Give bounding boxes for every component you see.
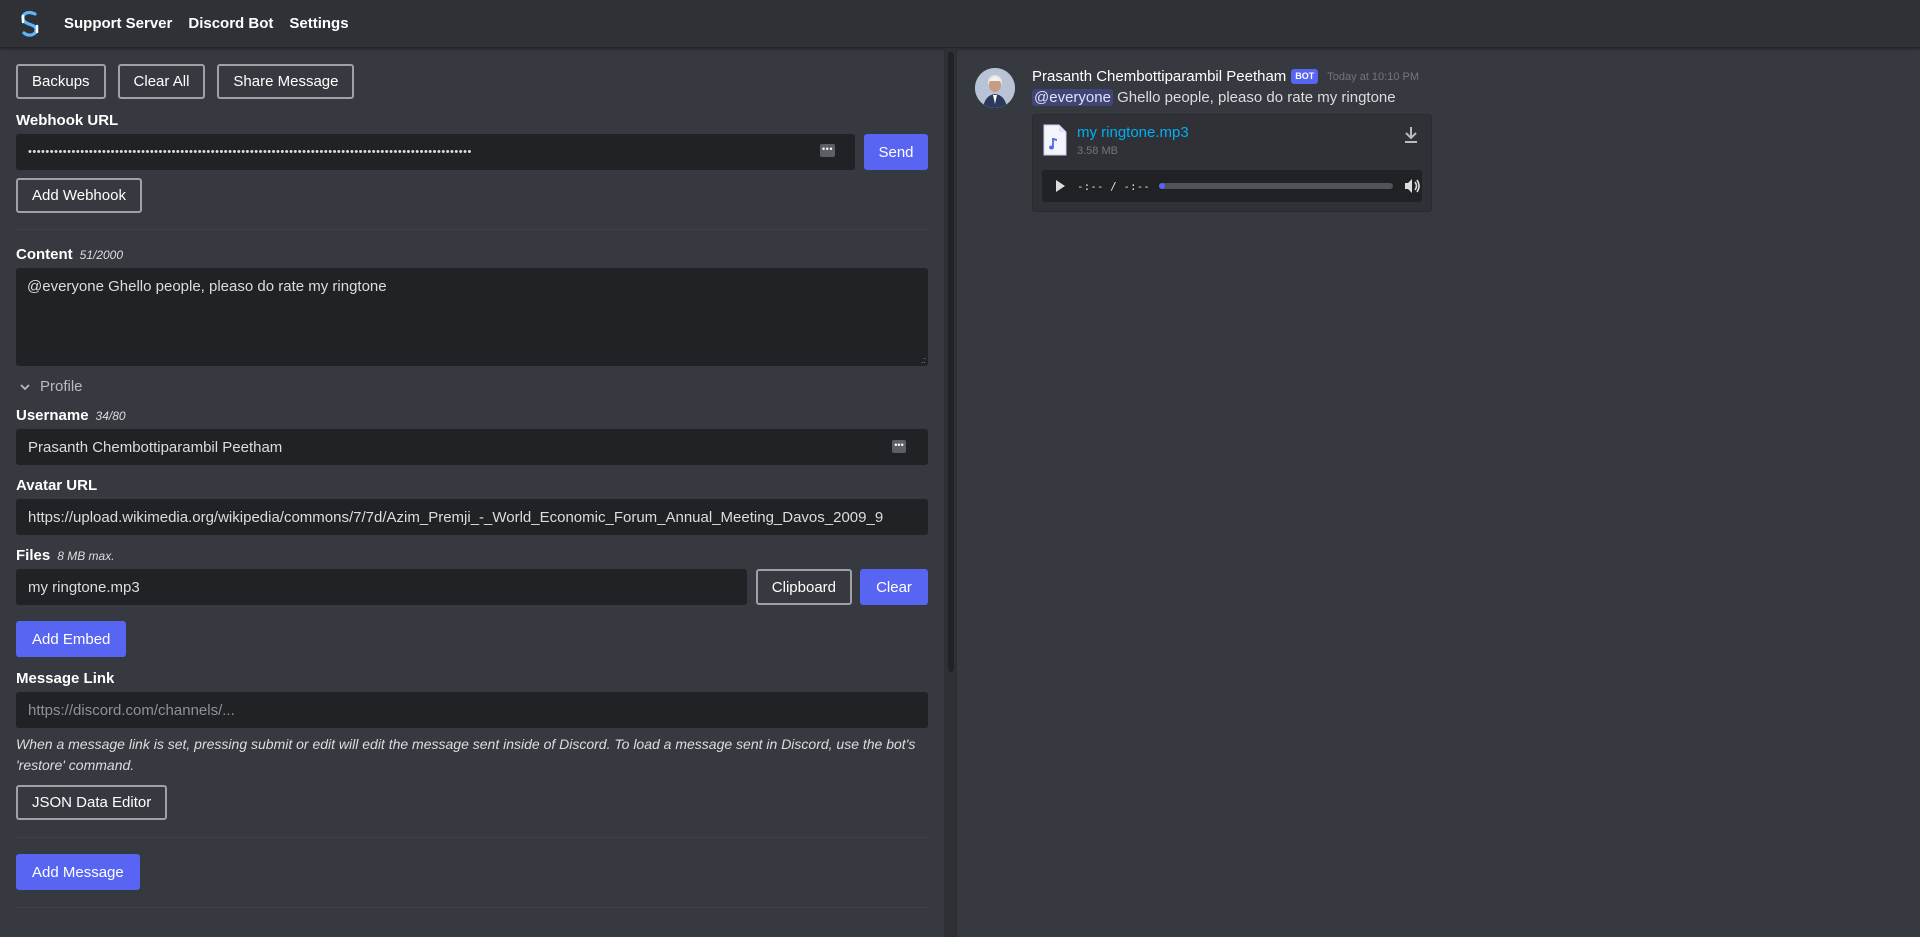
section-divider [16, 837, 928, 838]
files-input-value: my ringtone.mp3 [28, 578, 140, 596]
everyone-mention[interactable]: @everyone [1032, 89, 1113, 106]
chevron-down-icon [18, 380, 32, 394]
section-divider [16, 907, 928, 908]
message-link-placeholder: https://discord.com/channels/... [28, 701, 235, 719]
clear-all-button[interactable]: Clear All [117, 64, 206, 99]
message-header: Prasanth Chembottiparambil Peetham BOT T… [1032, 68, 1419, 85]
top-navigation-bar: Support Server Discord Bot Settings [0, 0, 1920, 48]
audio-progress-fill [1158, 183, 1165, 189]
webhook-url-label-text: Webhook URL [16, 112, 119, 129]
send-button[interactable]: Send [864, 134, 928, 170]
message-timestamp: Today at 10:10 PM [1327, 70, 1420, 83]
audio-time-readout: -:-- / -:-- [1077, 179, 1150, 193]
username-label-text: Username [16, 407, 89, 424]
volume-icon[interactable] [1403, 177, 1421, 195]
message-link-label: Message Link [16, 670, 928, 687]
webhook-url-value: ••••••••••••••••••••••••••••••••••••••••… [28, 146, 472, 158]
avatar-url-label: Avatar URL [16, 477, 928, 494]
webhook-url-input[interactable]: ••••••••••••••••••••••••••••••••••••••••… [16, 134, 855, 170]
message-preview-panel: Prasanth Chembottiparambil Peetham BOT T… [957, 48, 1920, 937]
avatar-url-input-value: https://upload.wikimedia.org/wikipedia/c… [28, 508, 884, 526]
username-input-value: Prasanth Chembottiparambil Peetham [28, 438, 283, 456]
username-character-counter: 34/80 [95, 409, 126, 423]
files-size-limit: 8 MB max. [57, 549, 115, 563]
audio-file-icon [1043, 124, 1067, 161]
json-data-editor-button[interactable]: JSON Data Editor [16, 785, 168, 820]
message-link-help-text: When a message link is set, pressing sub… [16, 736, 916, 773]
resize-handle-icon[interactable]: .: [921, 356, 926, 365]
backups-button[interactable]: Backups [16, 64, 106, 99]
message-link-input[interactable]: https://discord.com/channels/... [16, 692, 928, 728]
username-label: Username 34/80 [16, 407, 928, 424]
audio-player: -:-- / -:-- [1042, 170, 1422, 202]
attachment-file-size: 3.58 MB [1077, 145, 1118, 157]
nav-support-server-link[interactable]: Support Server [64, 15, 172, 32]
message-text: Ghello people, pleaso do rate my rington… [1112, 89, 1396, 106]
content-textarea[interactable]: @everyone Ghello people, pleaso do rate … [16, 268, 928, 366]
message-link-label-text: Message Link [16, 670, 115, 687]
content-character-counter: 51/2000 [79, 248, 124, 262]
bot-badge: BOT [1291, 69, 1319, 84]
download-icon[interactable] [1403, 126, 1419, 149]
profile-toggle-label: Profile [40, 378, 83, 395]
avatar-url-label-text: Avatar URL [16, 477, 98, 494]
attachment-file-link[interactable]: my ringtone.mp3 [1077, 124, 1189, 141]
message-content: @everyone Ghello people, pleaso do rate … [1032, 89, 1396, 106]
share-message-button[interactable]: Share Message [217, 64, 355, 99]
content-label: Content 51/2000 [16, 246, 928, 263]
files-label: Files 8 MB max. [16, 547, 928, 564]
audio-progress-bar[interactable] [1158, 183, 1393, 189]
content-textarea-value: @everyone Ghello people, pleaso do rate … [27, 278, 387, 295]
audio-attachment: my ringtone.mp3 3.58 MB -:-- / -:-- [1032, 114, 1432, 212]
webhook-url-label: Webhook URL [16, 112, 928, 129]
add-embed-button[interactable]: Add Embed [16, 621, 127, 657]
avatar-url-input[interactable]: https://upload.wikimedia.org/wikipedia/c… [16, 499, 928, 535]
message-editor-panel: Backups Clear All Share Message Webhook … [0, 48, 944, 937]
clipboard-button[interactable]: Clipboard [755, 569, 853, 605]
nav-discord-bot-link[interactable]: Discord Bot [188, 15, 273, 32]
password-manager-icon[interactable]: ••• [892, 440, 906, 453]
password-manager-icon[interactable]: ••• [820, 144, 835, 157]
profile-toggle[interactable]: Profile [16, 378, 928, 395]
add-message-button[interactable]: Add Message [16, 854, 140, 890]
message-username[interactable]: Prasanth Chembottiparambil Peetham [1032, 68, 1286, 85]
username-input[interactable]: Prasanth Chembottiparambil Peetham ••• [16, 429, 928, 465]
nav-settings-link[interactable]: Settings [289, 15, 348, 32]
files-input[interactable]: my ringtone.mp3 [16, 569, 747, 605]
add-webhook-button[interactable]: Add Webhook [16, 178, 142, 213]
files-label-text: Files [16, 547, 51, 564]
play-icon[interactable] [1053, 179, 1067, 193]
section-divider [16, 229, 928, 230]
clear-files-button[interactable]: Clear [860, 569, 928, 605]
avatar[interactable] [975, 68, 1015, 108]
editor-scrollbar-thumb[interactable] [948, 52, 954, 672]
discohook-logo-icon[interactable] [6, 0, 54, 48]
content-label-text: Content [16, 246, 73, 263]
